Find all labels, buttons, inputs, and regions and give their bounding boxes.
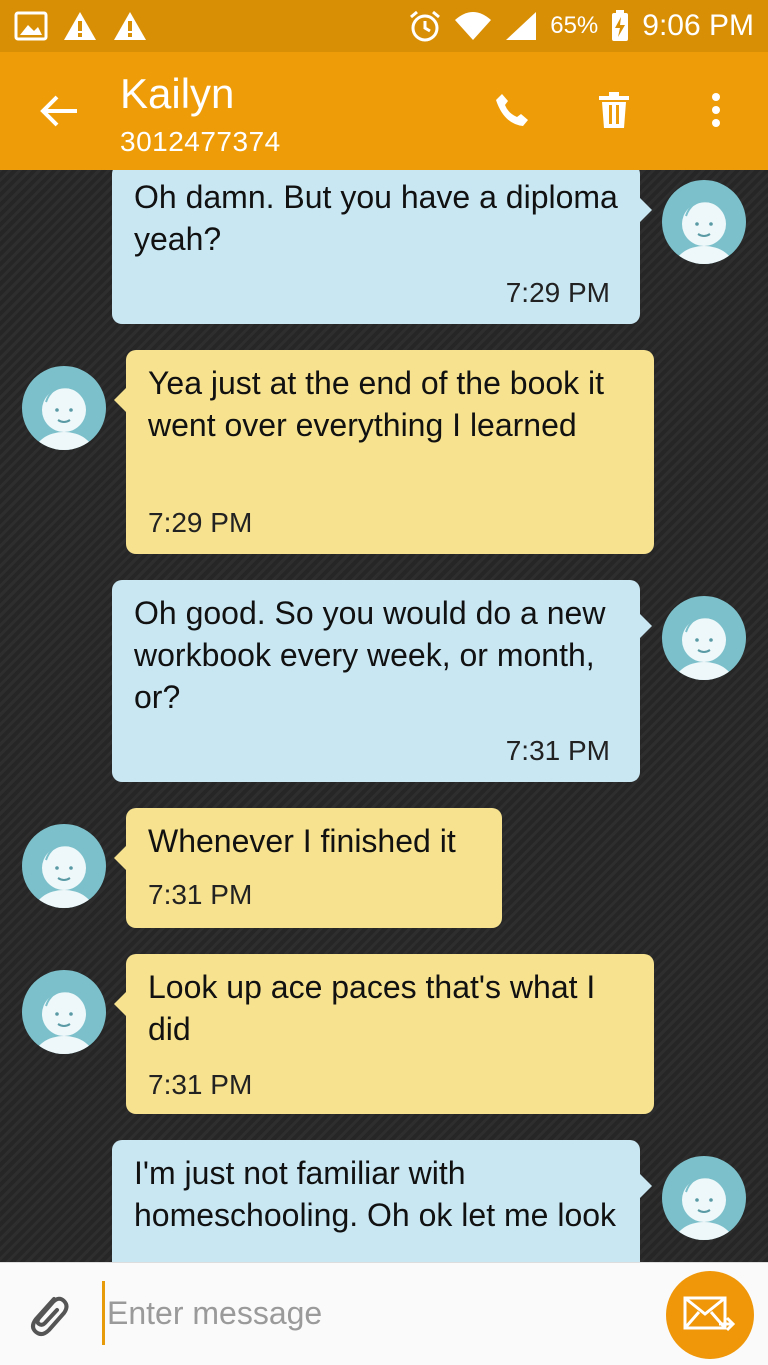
message-text: Oh damn. But you have a diploma yeah?: [134, 179, 618, 257]
paperclip-icon: [31, 1296, 69, 1337]
call-button[interactable]: [484, 82, 540, 138]
back-arrow-icon: [40, 95, 77, 127]
phone-icon: [496, 94, 528, 126]
alarm-icon: [408, 9, 442, 43]
person-avatar-icon: [674, 616, 734, 680]
message-list[interactable]: Oh damn. But you have a diploma yeah? 7:…: [0, 170, 768, 1262]
charging-icon: [610, 9, 630, 43]
message-time: 7:29 PM: [148, 507, 253, 538]
message-time: 7:29 PM: [505, 277, 610, 308]
avatar: [22, 366, 106, 450]
message-bubble-sent[interactable]: Oh good. So you would do a new workbook …: [112, 580, 652, 782]
send-mms-icon: [683, 1296, 736, 1332]
warning-icon: [112, 10, 148, 42]
avatar: [662, 180, 746, 264]
message-bubble-received[interactable]: Look up ace paces that's what I did 7:31…: [114, 954, 654, 1114]
avatar: [22, 824, 106, 908]
conversation-header: Kailyn 3012477374: [0, 52, 768, 170]
composer-bar: [0, 1262, 768, 1365]
message-bubble-sent[interactable]: I'm just not familiar with homeschooling…: [112, 1140, 652, 1262]
message-bubble-sent[interactable]: Oh damn. But you have a diploma yeah? 7:…: [112, 170, 652, 324]
message-time: 7:31 PM: [148, 1069, 253, 1100]
person-avatar-icon: [34, 844, 94, 908]
battery-percent: 65%: [550, 12, 599, 39]
message-bubble-received[interactable]: Yea just at the end of the book it went …: [114, 350, 654, 554]
trash-icon: [599, 92, 629, 128]
person-avatar-icon: [674, 1176, 734, 1240]
message-text: Yea just at the end of the book it went …: [148, 365, 605, 443]
signal-icon: [504, 10, 538, 42]
message-time: 7:31 PM: [505, 735, 610, 766]
back-button[interactable]: [30, 86, 88, 136]
warning-icon: [62, 10, 98, 42]
avatar: [662, 596, 746, 680]
message-text: Oh good. So you would do a new workbook …: [134, 595, 606, 715]
person-avatar-icon: [34, 386, 94, 450]
contact-name: Kailyn: [120, 70, 235, 117]
avatar: [662, 1156, 746, 1240]
status-bar: 65% 9:06 PM: [0, 0, 768, 52]
avatar: [22, 970, 106, 1054]
more-vert-icon: [712, 93, 720, 127]
contact-number: 3012477374: [120, 126, 281, 157]
person-avatar-icon: [34, 990, 94, 1054]
person-avatar-icon: [674, 200, 734, 264]
message-time: 7:31 PM: [148, 879, 253, 910]
message-text: I'm just not familiar with homeschooling…: [134, 1155, 617, 1233]
delete-conversation-button[interactable]: [586, 82, 642, 138]
status-time: 9:06 PM: [642, 9, 754, 42]
gallery-icon: [14, 11, 48, 41]
more-options-button[interactable]: [688, 82, 744, 138]
message-text: Whenever I finished it: [148, 823, 456, 859]
message-text: Look up ace paces that's what I did: [148, 969, 596, 1047]
wifi-icon: [454, 10, 492, 42]
message-bubble-received[interactable]: Whenever I finished it 7:31 PM: [114, 808, 502, 928]
message-input[interactable]: [102, 1281, 642, 1345]
attach-button[interactable]: [20, 1287, 76, 1343]
send-button[interactable]: [666, 1271, 754, 1359]
